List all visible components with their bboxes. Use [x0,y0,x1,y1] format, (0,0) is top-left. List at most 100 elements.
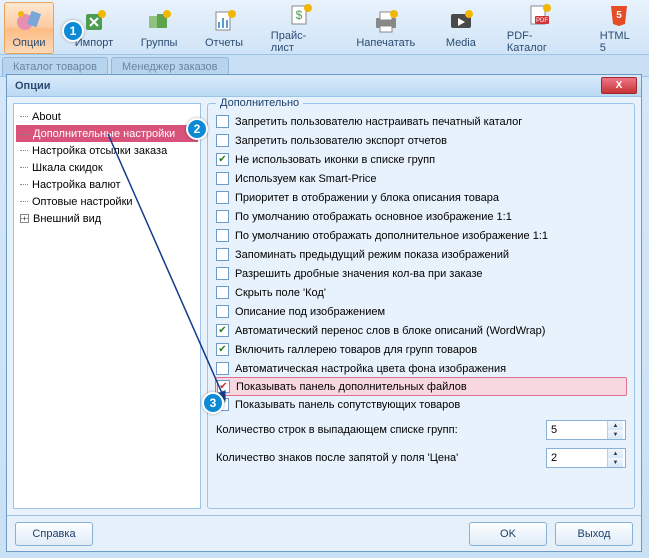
ok-button[interactable]: OK [469,522,547,546]
tree-appearance[interactable]: + Внешний вид [16,210,198,227]
step-badge-3: 3 [202,392,224,414]
option-row[interactable]: Автоматическая настройка цвета фона изоб… [216,359,626,378]
option-label: Запретить пользователю настраивать печат… [235,116,522,128]
svg-text:5: 5 [616,10,622,21]
option-row[interactable]: По умолчанию отображать основное изображ… [216,207,626,226]
option-row[interactable]: Приоритет в отображении у блока описания… [216,188,626,207]
checkbox[interactable] [216,134,229,147]
svg-text:$: $ [295,8,302,22]
toolbar-label: Напечатать [356,37,415,49]
option-label: Автоматическая настройка цвета фона изоб… [235,363,506,375]
dialog-footer: Справка OK Выход [7,515,641,551]
group-legend: Дополнительно [216,97,303,109]
checkbox[interactable] [216,267,229,280]
option-label: Показывать панель сопутствующих товаров [235,399,460,411]
option-label: Автоматический перенос слов в блоке опис… [235,325,545,337]
toolbar-label: Media [446,37,476,49]
option-label: Скрыть поле 'Код' [235,287,326,299]
option-row[interactable]: Описание под изображением [216,302,626,321]
media-icon [447,7,475,35]
spin-up-icon[interactable]: ▲ [608,449,623,458]
checkbox[interactable] [216,172,229,185]
options-icon [15,7,43,35]
option-label: По умолчанию отображать основное изображ… [235,211,512,223]
dialog-title: Опции [15,80,51,92]
option-row[interactable]: Показывать панель сопутствующих товаров [216,395,626,414]
close-button[interactable]: X [601,77,637,94]
checkbox[interactable] [216,362,229,375]
option-label: Описание под изображением [235,306,385,318]
exit-button[interactable]: Выход [555,522,633,546]
checkbox[interactable] [216,305,229,318]
checkbox[interactable] [216,229,229,242]
option-row[interactable]: Запоминать предыдущий режим показа изобр… [216,245,626,264]
advanced-group: Дополнительно Запретить пользователю нас… [207,103,635,509]
toolbar-label: HTML 5 [600,30,638,54]
toolbar-reports[interactable]: Отчеты [198,2,250,54]
toolbar-groups[interactable]: Группы [134,2,184,54]
checkbox[interactable] [216,210,229,223]
checkbox[interactable] [216,324,229,337]
checkbox[interactable] [217,380,230,393]
pricelist-icon: $ [286,2,314,28]
toolbar-pdf[interactable]: PDF PDF-Каталог [500,2,579,54]
svg-text:PDF: PDF [536,18,548,24]
option-label: Включить галлерею товаров для групп това… [235,344,477,356]
toolbar-label: Группы [141,37,178,49]
tree-about[interactable]: About [16,108,198,125]
option-row[interactable]: Используем как Smart-Price [216,169,626,188]
toolbar-options[interactable]: Опции [4,2,54,54]
spin-input[interactable] [547,449,607,467]
option-label: Запоминать предыдущий режим показа изобр… [235,249,509,261]
toolbar-label: PDF-Каталог [507,30,572,54]
dialog-titlebar: Опции X [7,75,641,97]
options-tree: About Дополнительные настройки Настройка… [13,103,201,509]
option-row[interactable]: По умолчанию отображать дополнительное и… [216,226,626,245]
tree-wholesale[interactable]: Оптовые настройки [16,193,198,210]
spin-down-icon[interactable]: ▼ [608,430,623,439]
options-dialog: Опции X About Дополнительные настройки Н… [6,74,642,552]
print-icon [372,7,400,35]
step-badge-1: 1 [62,20,84,42]
option-row[interactable]: Автоматический перенос слов в блоке опис… [216,321,626,340]
option-row[interactable]: Скрыть поле 'Код' [216,283,626,302]
import-icon [80,7,108,35]
option-row[interactable]: Разрешить дробные значения кол-ва при за… [216,264,626,283]
toolbar-print[interactable]: Напечатать [350,2,422,54]
toolbar-label: Прайс-лист [271,30,329,54]
option-label: Используем как Smart-Price [235,173,377,185]
option-row[interactable]: Запретить пользователю экспорт отчетов [216,131,626,150]
option-row[interactable]: Включить галлерею товаров для групп това… [216,340,626,359]
tree-order-sending[interactable]: Настройка отсылки заказа [16,142,198,159]
checkbox[interactable] [216,191,229,204]
tree-discount-scale[interactable]: Шкала скидок [16,159,198,176]
toolbar-pricelist[interactable]: $ Прайс-лист [264,2,336,54]
checkbox[interactable] [216,248,229,261]
help-button[interactable]: Справка [15,522,93,546]
option-row[interactable]: Показывать панель дополнительных файлов [215,377,627,396]
spin-price-decimals[interactable]: ▲▼ [546,448,626,468]
checkbox[interactable] [216,153,229,166]
option-row[interactable]: Не использовать иконки в списке групп [216,150,626,169]
toolbar-html5[interactable]: 5 HTML 5 [593,2,645,54]
spin-input[interactable] [547,421,607,439]
checkbox[interactable] [216,115,229,128]
expand-icon[interactable]: + [20,214,29,223]
option-label: Не использовать иконки в списке групп [235,154,435,166]
reports-icon [210,7,238,35]
option-label: Приоритет в отображении у блока описания… [235,192,499,204]
spin-up-icon[interactable]: ▲ [608,421,623,430]
toolbar-media[interactable]: Media [436,2,486,54]
option-row[interactable]: Запретить пользователю настраивать печат… [216,112,626,131]
option-label: Разрешить дробные значения кол-ва при за… [235,268,483,280]
pdf-icon: PDF [525,2,553,28]
tree-currency[interactable]: Настройка валют [16,176,198,193]
step-badge-2: 2 [186,118,208,140]
option-label: Показывать панель дополнительных файлов [236,381,467,393]
checkbox[interactable] [216,286,229,299]
spin-down-icon[interactable]: ▼ [608,458,623,467]
tree-advanced-settings[interactable]: Дополнительные настройки [16,125,198,142]
spin-group-rows[interactable]: ▲▼ [546,420,626,440]
option-label: Запретить пользователю экспорт отчетов [235,135,447,147]
checkbox[interactable] [216,343,229,356]
